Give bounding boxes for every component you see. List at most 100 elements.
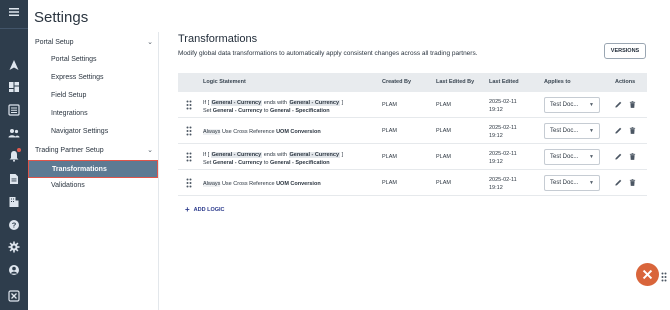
logic-line: Set General - Currency to General - Spec…: [203, 159, 343, 167]
subnav-item-navigator-settings[interactable]: Navigator Settings: [51, 128, 108, 135]
logic-operator: ends with: [263, 100, 287, 106]
dashboard-icon[interactable]: [6, 79, 22, 95]
rail-divider: [0, 28, 28, 29]
logic-statement: Always Use Cross Reference UOM Conversio…: [203, 180, 321, 188]
logic-keyword: Always: [203, 129, 221, 135]
column-header: Actions: [615, 79, 636, 85]
table-header: Logic Statement Created By Last Edited B…: [178, 73, 647, 92]
last-edited-time: 19:12: [489, 107, 503, 113]
building-icon[interactable]: [6, 194, 22, 210]
trash-icon[interactable]: [629, 101, 637, 109]
edit-icon[interactable]: [615, 179, 623, 187]
logic-field: General - Currency: [212, 160, 263, 166]
navigation-icon[interactable]: [6, 57, 22, 73]
logic-keyword: If [: [203, 152, 210, 158]
caret-down-icon: ▼: [589, 102, 594, 108]
last-edited: 2025-02-11 19:12: [489, 98, 517, 114]
section-title: Transformations: [178, 33, 258, 45]
tools-icon: [642, 269, 653, 280]
logic-statement: If [ General - Currency ends with Genera…: [203, 151, 343, 167]
drag-handle-icon[interactable]: [186, 178, 192, 188]
logic-statement: If [ General - Currency ends with Genera…: [203, 99, 343, 115]
edit-icon[interactable]: [615, 153, 623, 161]
edit-icon[interactable]: [615, 101, 623, 109]
drag-handle-icon[interactable]: [661, 269, 667, 282]
logic-operator: to: [263, 160, 269, 166]
trash-icon[interactable]: [629, 127, 637, 135]
add-logic-button[interactable]: + ADD LOGIC: [185, 205, 225, 214]
last-edited-date: 2025-02-11: [489, 125, 517, 131]
tools-fab-button[interactable]: [636, 263, 659, 286]
trash-icon[interactable]: [629, 153, 637, 161]
plus-icon: +: [185, 205, 190, 214]
gear-icon[interactable]: [6, 239, 22, 255]
applies-to-select[interactable]: Test Doc... ▼: [544, 123, 600, 139]
logic-field: General - Currency: [210, 100, 263, 106]
created-by: PLAM: [382, 128, 397, 134]
last-edited-time: 19:12: [489, 133, 503, 139]
bell-icon[interactable]: [6, 148, 22, 164]
logic-line: Set General - Currency to General - Spec…: [203, 107, 343, 115]
section-description: Modify global data transformations to au…: [178, 50, 478, 57]
last-edited-time: 19:12: [489, 185, 503, 191]
applies-to-select[interactable]: Test Doc... ▼: [544, 97, 600, 113]
caret-down-icon: ▼: [589, 180, 594, 186]
app-icon[interactable]: [6, 288, 22, 304]
logic-operator: ends with: [263, 152, 287, 158]
logic-field: General - Currency: [210, 152, 263, 158]
logic-statement: Always Use Cross Reference UOM Conversio…: [203, 128, 321, 136]
help-icon[interactable]: ?: [6, 217, 22, 233]
subnav-item-portal-settings[interactable]: Portal Settings: [51, 56, 97, 63]
edit-icon[interactable]: [615, 127, 623, 135]
last-edited-by: PLAM: [436, 180, 451, 186]
last-edited: 2025-02-11 19:12: [489, 124, 517, 140]
drag-handle-icon[interactable]: [186, 126, 192, 136]
created-by: PLAM: [382, 180, 397, 186]
section-portal-setup[interactable]: Portal Setup ⌄: [35, 38, 153, 47]
document-icon[interactable]: [6, 171, 22, 187]
logic-field: UOM Conversion: [276, 181, 321, 187]
logic-field: General - Currency: [288, 152, 341, 158]
drag-handle-icon[interactable]: [186, 152, 192, 162]
column-header: Last Edited: [489, 79, 519, 85]
app-rail: ?: [0, 0, 28, 310]
last-edited-by: PLAM: [436, 154, 451, 160]
logic-line: If [ General - Currency ends with Genera…: [203, 99, 343, 107]
page-title: Settings: [34, 9, 89, 26]
applies-to-select[interactable]: Test Doc... ▼: [544, 175, 600, 191]
table-row: Always Use Cross Reference UOM Conversio…: [178, 118, 647, 144]
last-edited-time: 19:12: [489, 159, 503, 165]
last-edited: 2025-02-11 19:12: [489, 150, 517, 166]
logic-field: General - Currency: [288, 100, 341, 106]
users-icon[interactable]: [6, 125, 22, 141]
chevron-down-icon: ⌄: [147, 147, 153, 154]
subnav-item-validations[interactable]: Validations: [51, 182, 85, 189]
caret-down-icon: ▼: [589, 128, 594, 134]
menu-icon[interactable]: [6, 4, 22, 20]
table-row: If [ General - Currency ends with Genera…: [178, 144, 647, 170]
logic-keyword: Always: [203, 181, 221, 187]
table-row: If [ General - Currency ends with Genera…: [178, 92, 647, 118]
applies-to-select[interactable]: Test Doc... ▼: [544, 149, 600, 165]
add-logic-label: ADD LOGIC: [193, 206, 225, 213]
account-icon[interactable]: [6, 262, 22, 278]
applies-to-value: Test Doc...: [550, 102, 579, 108]
subnav-item-integrations[interactable]: Integrations: [51, 110, 88, 117]
logic-field: General - Specification: [269, 108, 330, 114]
logic-keyword: Set: [203, 160, 212, 166]
last-edited: 2025-02-11 19:12: [489, 176, 517, 192]
trash-icon[interactable]: [629, 179, 637, 187]
list-icon[interactable]: [6, 102, 22, 118]
section-label: Trading Partner Setup: [35, 146, 104, 154]
logic-keyword: ]: [341, 152, 344, 158]
logic-operator: Use Cross Reference: [221, 181, 275, 187]
subnav-item-express-settings[interactable]: Express Settings: [51, 74, 104, 81]
section-trading-partner-setup[interactable]: Trading Partner Setup ⌄: [35, 146, 153, 155]
versions-button[interactable]: VERSIONS: [604, 43, 646, 59]
applies-to-value: Test Doc...: [550, 128, 579, 134]
subnav-item-transformations[interactable]: Transformations: [28, 160, 158, 178]
drag-handle-icon[interactable]: [186, 100, 192, 110]
subnav-item-field-setup[interactable]: Field Setup: [51, 92, 86, 99]
column-header: Created By: [382, 79, 412, 85]
logic-line: If [ General - Currency ends with Genera…: [203, 151, 343, 159]
